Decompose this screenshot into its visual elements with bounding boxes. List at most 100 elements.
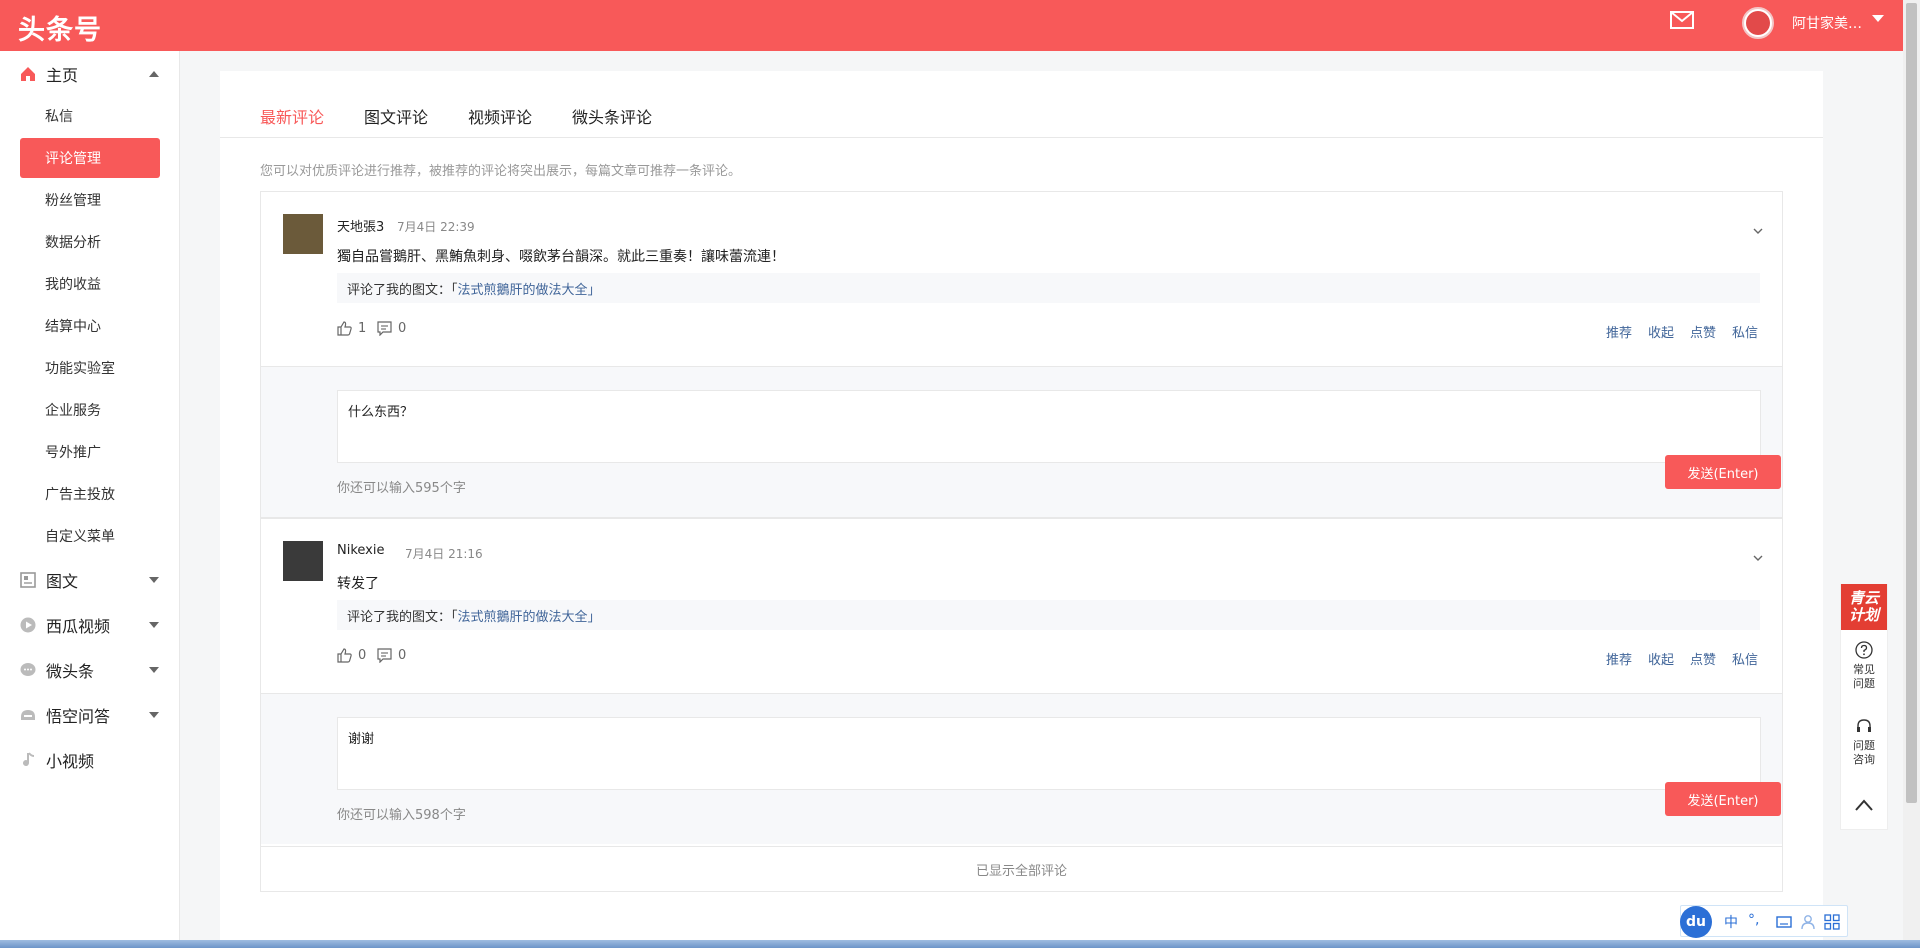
headset-icon	[1857, 719, 1871, 732]
recommend-button[interactable]: 推荐	[1606, 322, 1632, 341]
all-comments-shown: 已显示全部评论	[260, 847, 1783, 892]
like-count-value: 0	[358, 648, 367, 663]
caret-down-icon	[149, 712, 159, 718]
message-button[interactable]: 私信	[1732, 322, 1758, 341]
reply-input[interactable]: 什么东西？	[337, 390, 1761, 463]
avatar[interactable]	[283, 214, 323, 254]
send-button[interactable]: 发送(Enter)	[1665, 782, 1781, 816]
faq-line1: 常见	[1853, 663, 1875, 676]
like-button[interactable]: 点赞	[1690, 649, 1716, 668]
ime-punctuation-toggle[interactable]: °,	[1748, 912, 1759, 928]
like-count[interactable]: 0	[337, 648, 366, 663]
avatar[interactable]	[283, 541, 323, 581]
reply-count[interactable]: 0	[377, 321, 406, 336]
comment-text: 獨自品嘗鵝肝、黑鮪魚刺身、啜飲茅台韻深。就此三重奏！讓味蕾流連！	[337, 249, 785, 265]
message-button[interactable]: 私信	[1732, 649, 1758, 668]
comment-text: 转发了	[337, 576, 379, 592]
qingyun-plan-badge[interactable]: 青云 计划	[1841, 584, 1887, 630]
chevron-down-icon[interactable]	[1753, 553, 1763, 563]
ime-logo[interactable]: du	[1680, 906, 1712, 938]
chevron-down-icon[interactable]	[1753, 226, 1763, 236]
home-icon	[21, 67, 35, 81]
send-button[interactable]: 发送(Enter)	[1665, 455, 1781, 489]
caret-down-icon	[149, 622, 159, 628]
comment-icon	[377, 321, 392, 336]
sidebar-item-articles[interactable]: 图文	[0, 560, 180, 600]
sidebar-item-fans[interactable]: 粉丝管理	[20, 180, 160, 220]
reply-count-value: 0	[398, 648, 407, 663]
sidebar-item-earnings[interactable]: 我的收益	[20, 264, 160, 304]
tab-micro-headline-comments[interactable]: 微头条评论	[572, 104, 652, 128]
sidebar-item-advertiser[interactable]: 广告主投放	[20, 474, 160, 514]
username[interactable]: 阿甘家美…	[1792, 13, 1862, 33]
comment-author[interactable]: Nikexie	[337, 543, 384, 558]
qa-icon	[21, 710, 35, 720]
consult-line1: 问题	[1853, 739, 1875, 752]
sidebar-item-label: 小视频	[46, 752, 95, 771]
back-to-top-icon[interactable]	[1854, 798, 1874, 812]
sidebar-item-settlement[interactable]: 结算中心	[20, 306, 160, 346]
user-avatar[interactable]	[1742, 7, 1774, 39]
faq-line2: 问题	[1853, 677, 1875, 690]
sidebar-item-label: 图文	[46, 572, 79, 591]
like-count[interactable]: 1	[337, 321, 366, 336]
sidebar-item-promotion[interactable]: 号外推广	[20, 432, 160, 472]
ime-language-toggle[interactable]: 中	[1724, 912, 1738, 932]
tab-latest-comments[interactable]: 最新评论	[260, 104, 324, 128]
sidebar-item-comment-management[interactable]: 评论管理	[20, 138, 160, 178]
article-link[interactable]: 法式煎鵝肝的做法大全	[458, 606, 588, 625]
tab-video-comments[interactable]: 视频评论	[468, 104, 532, 128]
question-icon	[1855, 641, 1873, 659]
recommend-tip: 您可以对优质评论进行推荐，被推荐的评论将突出展示，每篇文章可推荐一条评论。	[260, 164, 742, 179]
site-logo[interactable]: 头条号	[18, 8, 102, 47]
tab-article-comments[interactable]: 图文评论	[364, 104, 428, 128]
os-taskbar	[0, 940, 1920, 948]
scrollbar-thumb[interactable]	[1906, 3, 1917, 803]
like-button[interactable]: 点赞	[1690, 322, 1716, 341]
mail-icon[interactable]	[1670, 11, 1694, 29]
like-count-value: 1	[358, 321, 367, 336]
user-icon[interactable]	[1800, 914, 1816, 930]
sidebar-item-xigua-video[interactable]: 西瓜视频	[0, 605, 180, 645]
sidebar-item-label: 西瓜视频	[46, 617, 111, 636]
top-header: 头条号 阿甘家美…	[0, 0, 1920, 51]
qingyun-line2: 计划	[1848, 606, 1879, 624]
play-icon	[20, 617, 36, 633]
sidebar-item-home[interactable]: 主页	[0, 54, 180, 94]
sidebar-item-enterprise[interactable]: 企业服务	[20, 390, 160, 430]
remaining-chars: 你还可以输入595个字	[337, 481, 466, 496]
chat-icon	[20, 663, 36, 676]
sidebar-item-wukong-qa[interactable]: 悟空问答	[0, 695, 180, 735]
comment-author[interactable]: 天地張3	[337, 216, 384, 235]
article-link[interactable]: 法式煎鵝肝的做法大全	[458, 279, 588, 298]
faq-button[interactable]: 常见 问题	[1840, 641, 1888, 691]
reference-suffix: 」	[587, 282, 601, 298]
sidebar-item-label: 主页	[46, 66, 79, 85]
sidebar-item-micro-headline[interactable]: 微头条	[0, 650, 180, 690]
qingyun-line1: 青云	[1848, 589, 1879, 607]
consult-button[interactable]: 问题 咨询	[1840, 717, 1888, 767]
reply-input[interactable]: 谢谢	[337, 717, 1761, 790]
reply-count-value: 0	[398, 321, 407, 336]
comment-time: 7月4日 22:39	[397, 220, 475, 234]
collapse-button[interactable]: 收起	[1648, 322, 1674, 341]
recommend-button[interactable]: 推荐	[1606, 649, 1632, 668]
sidebar-item-lab[interactable]: 功能实验室	[20, 348, 160, 388]
collapse-button[interactable]: 收起	[1648, 649, 1674, 668]
sidebar-item-analytics[interactable]: 数据分析	[20, 222, 160, 262]
sidebar-item-custom-menu[interactable]: 自定义菜单	[20, 516, 160, 556]
caret-down-icon[interactable]	[1872, 15, 1884, 22]
reference-suffix: 」	[587, 609, 601, 625]
sidebar-item-messages[interactable]: 私信	[20, 96, 160, 136]
caret-down-icon	[149, 667, 159, 673]
reply-count[interactable]: 0	[377, 648, 406, 663]
caret-down-icon	[149, 577, 159, 583]
comment-item: 天地張3 7月4日 22:39 獨自品嘗鵝肝、黑鮪魚刺身、啜飲茅台韻深。就此三重…	[260, 191, 1783, 518]
keyboard-icon[interactable]	[1776, 914, 1792, 930]
grid-menu-icon[interactable]	[1824, 914, 1840, 930]
avatar-image	[1746, 11, 1770, 35]
consult-line2: 咨询	[1853, 753, 1875, 766]
sidebar-item-short-video[interactable]: 小视频	[0, 740, 180, 780]
comment-icon	[377, 648, 392, 663]
music-note-icon	[23, 752, 35, 767]
